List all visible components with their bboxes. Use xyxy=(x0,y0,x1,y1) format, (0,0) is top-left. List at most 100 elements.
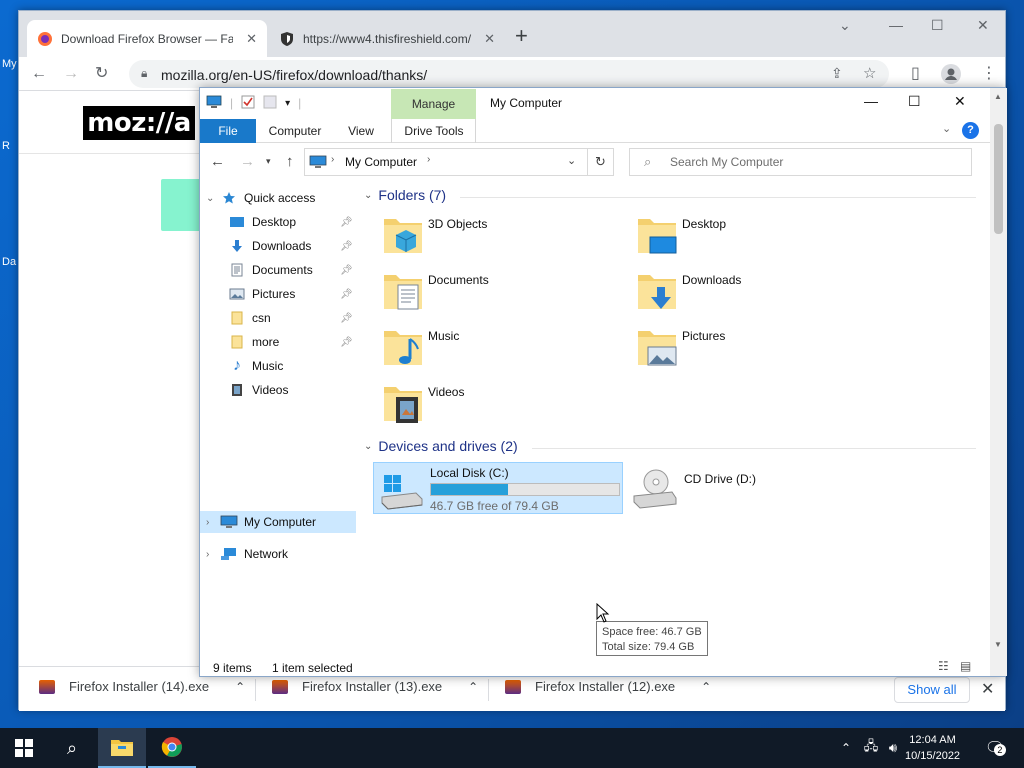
folder-tile-documents[interactable]: Documents xyxy=(382,269,489,313)
taskbar-chrome[interactable] xyxy=(148,728,196,768)
close-download-bar-icon[interactable]: ✕ xyxy=(981,679,994,699)
nav-my-computer[interactable]: › My Computer xyxy=(200,511,356,533)
share-icon[interactable]: ⇪ xyxy=(831,65,843,82)
new-tab-button[interactable]: + xyxy=(515,25,528,47)
nav-item-pictures[interactable]: Pictures 📌︎ xyxy=(228,283,356,305)
search-box[interactable]: ⌕ Search My Computer xyxy=(629,148,972,176)
vertical-scrollbar[interactable]: ▲ ▼ xyxy=(990,88,1007,676)
tab-file[interactable]: File xyxy=(200,119,256,143)
folder-tile-downloads[interactable]: Downloads xyxy=(636,269,741,313)
computer-icon[interactable] xyxy=(206,95,222,112)
nav-item-more[interactable]: more 📌︎ xyxy=(228,331,356,353)
folder-tile-desktop[interactable]: Desktop xyxy=(636,213,726,257)
nav-item-videos[interactable]: Videos xyxy=(228,379,356,401)
desktop-icon-label[interactable]: My xyxy=(2,58,17,70)
chevron-up-icon[interactable]: ⌃ xyxy=(235,680,245,694)
pin-icon[interactable]: 📌︎ xyxy=(340,265,353,276)
properties-icon[interactable] xyxy=(241,95,255,112)
chevron-down-icon[interactable]: ⌄ xyxy=(364,441,372,452)
scroll-up-icon[interactable]: ▲ xyxy=(994,92,1002,101)
chevron-right-icon[interactable]: › xyxy=(331,154,334,165)
desktop-icon-label[interactable]: Da xyxy=(2,256,16,268)
nav-item-desktop[interactable]: Desktop 📌︎ xyxy=(228,211,356,233)
close-tab-icon[interactable]: ✕ xyxy=(246,31,257,47)
chevron-down-icon[interactable]: ⌄ xyxy=(206,193,220,204)
nav-item-downloads[interactable]: Downloads 📌︎ xyxy=(228,235,356,257)
reload-icon[interactable]: ↻ xyxy=(95,64,108,84)
pin-icon[interactable]: 📌︎ xyxy=(340,337,353,348)
drive-tile-local-disk-c[interactable]: Local Disk (C:) 46.7 GB free of 79.4 GB xyxy=(373,462,623,514)
chevron-right-icon[interactable]: › xyxy=(206,549,220,560)
download-item[interactable]: Firefox Installer (13).exe ⌃ xyxy=(272,679,478,694)
forward-icon[interactable]: → xyxy=(240,153,255,170)
minimize-button[interactable]: — xyxy=(864,93,878,109)
search-icon[interactable]: ⌕ xyxy=(50,728,94,768)
close-button[interactable]: ✕ xyxy=(954,93,966,110)
pin-icon[interactable]: 📌︎ xyxy=(340,217,353,228)
address-bar[interactable]: › My Computer › ⌄ xyxy=(304,148,588,176)
nav-network[interactable]: › Network xyxy=(206,543,288,565)
nav-item-music[interactable]: ♪ Music xyxy=(228,355,356,377)
expand-ribbon-icon[interactable]: ⌄ xyxy=(942,122,951,135)
manage-tab[interactable]: Manage xyxy=(391,89,476,119)
close-tab-icon[interactable]: ✕ xyxy=(484,31,495,47)
up-icon[interactable]: ↑ xyxy=(286,153,294,170)
menu-kebab-icon[interactable]: ⋮ xyxy=(981,64,997,84)
clock[interactable]: 12:04 AM 10/15/2022 xyxy=(905,732,960,764)
chevron-down-icon[interactable]: ⌄ xyxy=(364,190,372,201)
recent-locations-icon[interactable]: ▾ xyxy=(266,156,271,167)
mozilla-logo[interactable]: moz://a xyxy=(83,106,195,140)
nav-item-documents[interactable]: Documents 📌︎ xyxy=(228,259,356,281)
lock-icon[interactable]: 🔒︎ xyxy=(141,66,147,81)
customize-toolbar-icon[interactable]: ▾ xyxy=(285,98,290,109)
drive-tile-cd-drive-d[interactable]: CD Drive (D:) xyxy=(630,462,880,514)
large-icons-view-icon[interactable]: ▤ xyxy=(960,659,971,673)
nav-quick-access[interactable]: ⌄ Quick access xyxy=(206,187,315,209)
tab-drive-tools[interactable]: Drive Tools xyxy=(392,119,476,143)
scrollbar-thumb[interactable] xyxy=(994,124,1003,234)
chevron-up-icon[interactable]: ⌃ xyxy=(468,680,478,694)
folder-tile-3d-objects[interactable]: 3D Objects xyxy=(382,213,487,257)
start-button[interactable] xyxy=(0,728,48,768)
details-view-icon[interactable]: ☷ xyxy=(938,659,949,673)
maximize-button[interactable]: ☐ xyxy=(931,17,944,34)
pin-icon[interactable]: 📌︎ xyxy=(340,289,353,300)
download-item[interactable]: Firefox Installer (14).exe ⌃ xyxy=(39,679,245,694)
tab-firefox-download[interactable]: Download Firefox Browser — Fast ✕ xyxy=(27,20,267,57)
scroll-down-icon[interactable]: ▼ xyxy=(994,640,1002,649)
tab-view[interactable]: View xyxy=(336,119,386,143)
pin-icon[interactable]: 📌︎ xyxy=(340,241,353,252)
group-header-devices[interactable]: ⌄ Devices and drives (2) xyxy=(364,438,518,454)
close-window-button[interactable]: ✕ xyxy=(977,17,989,34)
taskbar-file-explorer[interactable] xyxy=(98,728,146,768)
back-icon[interactable]: ← xyxy=(210,153,225,170)
help-icon[interactable]: ? xyxy=(962,122,979,139)
volume-icon[interactable]: 🔊︎ xyxy=(882,728,904,768)
chevron-right-icon[interactable]: › xyxy=(427,154,430,165)
pin-icon[interactable]: 📌︎ xyxy=(340,313,353,324)
forward-icon[interactable]: → xyxy=(63,64,79,84)
group-header-folders[interactable]: ⌄ Folders (7) xyxy=(364,187,446,203)
notifications-icon[interactable]: 🗨︎2 xyxy=(980,728,1010,768)
tab-search-icon[interactable]: ⌄ xyxy=(839,17,851,34)
nav-item-csn[interactable]: csn 📌︎ xyxy=(228,307,356,329)
address-bar[interactable]: 🔒︎ mozilla.org/en-US/firefox/download/th… xyxy=(129,60,889,88)
network-icon[interactable]: 🖧︎ xyxy=(860,728,882,768)
folder-tile-pictures[interactable]: Pictures xyxy=(636,325,725,369)
refresh-button[interactable]: ↻ xyxy=(588,148,614,176)
show-all-button[interactable]: Show all xyxy=(894,677,970,703)
bookmark-star-icon[interactable]: ☆ xyxy=(863,64,876,82)
folder-tile-music[interactable]: Music xyxy=(382,325,459,369)
new-folder-icon[interactable] xyxy=(263,95,277,112)
maximize-button[interactable]: ☐ xyxy=(908,93,921,110)
back-icon[interactable]: ← xyxy=(31,64,47,84)
chevron-down-icon[interactable]: ⌄ xyxy=(567,154,576,167)
side-panel-icon[interactable]: ▯ xyxy=(911,64,920,84)
chevron-up-icon[interactable]: ⌃ xyxy=(701,680,711,694)
chevron-right-icon[interactable]: › xyxy=(206,517,220,528)
minimize-button[interactable]: — xyxy=(889,17,903,33)
folder-tile-videos[interactable]: Videos xyxy=(382,381,464,425)
show-hidden-icons-chevron-icon[interactable]: ⌃ xyxy=(836,728,856,768)
download-item[interactable]: Firefox Installer (12).exe ⌃ xyxy=(505,679,711,694)
desktop-icon-label[interactable]: R xyxy=(2,140,12,152)
